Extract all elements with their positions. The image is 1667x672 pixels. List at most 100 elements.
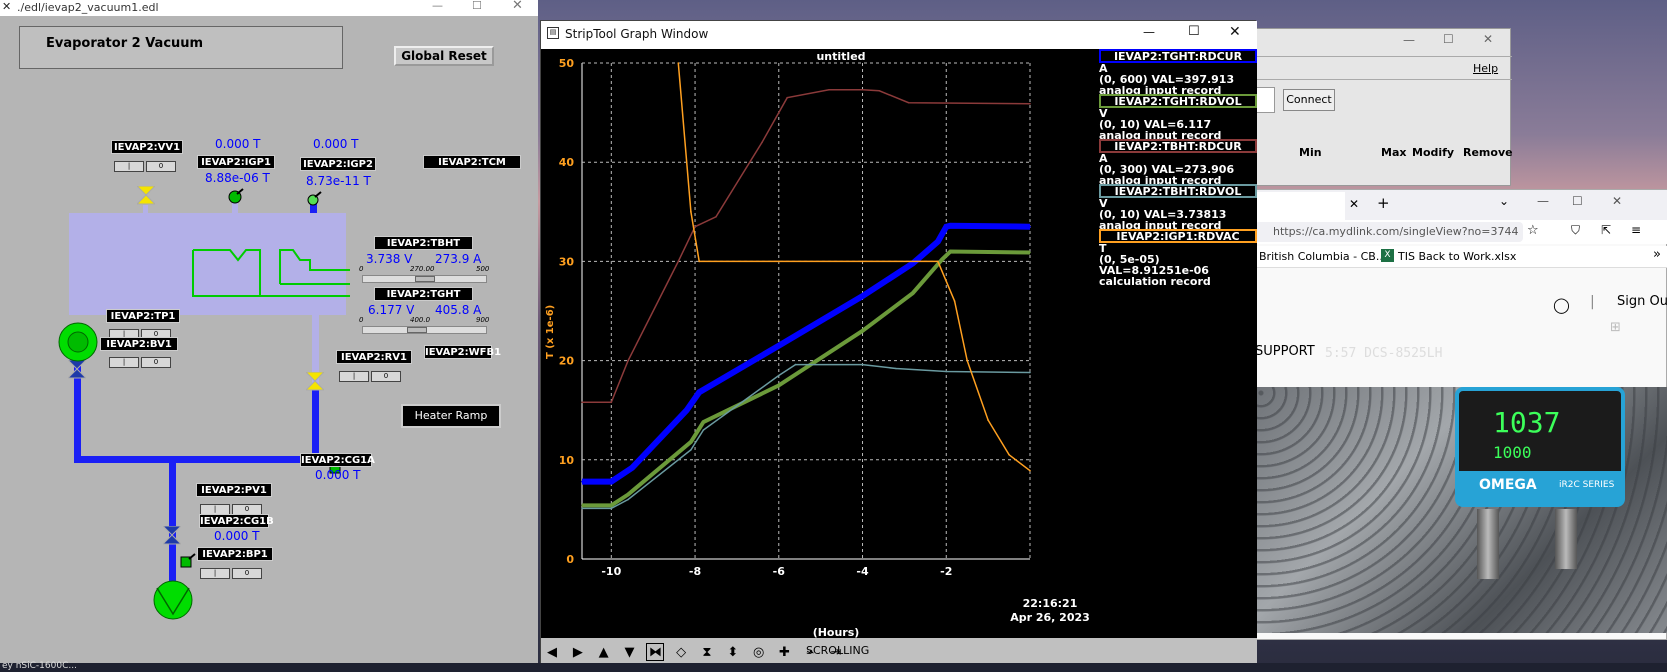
series-point <box>912 262 914 265</box>
excel-icon: X <box>1381 249 1394 262</box>
tght-slider[interactable] <box>362 326 487 334</box>
series-point <box>581 507 583 510</box>
pocket-icon[interactable]: ⛉ <box>1571 223 1580 238</box>
legend-pv-name[interactable]: IEVAP2:TGHT:RDCUR <box>1099 49 1257 63</box>
maximize-icon[interactable]: ☐ <box>472 0 482 12</box>
pan-down-icon[interactable]: ▼ <box>620 644 638 662</box>
minimize-icon[interactable]: — <box>432 0 443 12</box>
auto-scale-icon[interactable]: ◎ <box>750 644 768 662</box>
new-tab-icon[interactable]: + <box>1377 194 1390 212</box>
taskbar-item[interactable]: ey nSiC-1600C... <box>2 661 77 671</box>
series-point <box>1029 225 1031 228</box>
heater-ramp-button[interactable]: Heater Ramp <box>401 404 501 428</box>
more-bookmarks-icon[interactable]: » <box>1653 247 1661 262</box>
series-point <box>861 89 864 91</box>
legend-pv-name[interactable]: IEVAP2:TBHT:RDVOL <box>1099 184 1257 198</box>
active-tab[interactable] <box>1255 192 1345 220</box>
browser-maximize-icon[interactable]: ☐ <box>1572 194 1583 208</box>
bookmark-bc[interactable]: British Columbia - CB... <box>1259 250 1386 263</box>
dlg-close-icon[interactable]: ✕ <box>1483 32 1493 46</box>
vv1-valve-icon[interactable] <box>137 186 155 206</box>
dlg-maximize-icon[interactable]: ☐ <box>1443 32 1454 46</box>
series-point <box>761 141 763 144</box>
cg1a-value: 0.000 T <box>315 468 361 482</box>
chart-title: untitled <box>816 50 865 63</box>
igp2-top-value: 0.000 T <box>313 137 359 151</box>
omega-controller: 1037 1000 OMEGA iR2C SERIES <box>1455 387 1625 507</box>
x-axis-label: (Hours) <box>813 626 860 638</box>
legend-entry[interactable]: IEVAP2:TGHT:RDCUR A (0, 600) VAL=397.913 an… <box>1099 49 1257 96</box>
strip-close-icon[interactable]: ✕ <box>1229 24 1241 40</box>
y-tick-label: 20 <box>559 355 575 368</box>
legend-type: calculation record <box>1099 275 1211 288</box>
url-bar[interactable]: https://ca.mydlink.com/singleView?no=374… <box>1255 222 1523 242</box>
strip-maximize-icon[interactable]: ☐ <box>1188 24 1200 39</box>
igp1-gauge-icon[interactable] <box>227 188 247 204</box>
series-point <box>690 449 692 451</box>
desktop: ✕ ./edl/ievap2_vacuum1.edl — ☐ ✕ Evapora… <box>0 0 1667 672</box>
zoom-out-x-icon[interactable]: ◇ <box>672 644 690 662</box>
edl-window: ✕ ./edl/ievap2_vacuum1.edl — ☐ ✕ Evapora… <box>0 0 538 663</box>
connect-button[interactable]: Connect <box>1283 89 1335 111</box>
series-point <box>702 421 705 423</box>
pv1-valve-icon[interactable] <box>163 526 181 546</box>
legend-entry[interactable]: IEVAP2:TBHT:RDCUR A (0, 300) VAL=273.906 an… <box>1099 139 1257 186</box>
plot-area[interactable]: untitled T (x 1e-6) (Hours) 22:16:21 Apr… <box>541 49 1257 659</box>
help-menu[interactable]: Help <box>1473 62 1498 75</box>
browser-window: ✕ + ⌄ — ☐ ✕ https://ca.mydlink.com/singl… <box>1254 189 1667 640</box>
vv1-controls[interactable]: | 0 <box>114 157 178 172</box>
series-point <box>987 419 989 421</box>
browser-minimize-icon[interactable]: — <box>1537 194 1549 208</box>
igp2-gauge-icon[interactable] <box>305 191 325 207</box>
y-tick-label: 40 <box>559 156 575 169</box>
tab-close-icon[interactable]: ✕ <box>1349 197 1359 211</box>
bp1-pump-icon[interactable] <box>152 580 194 620</box>
tbht-voltage: 3.738 V <box>366 252 413 266</box>
bv1-valve-icon[interactable] <box>68 360 86 380</box>
global-reset-button[interactable]: Global Reset <box>394 46 494 66</box>
zoom-in-y-icon[interactable]: ⧗ <box>698 644 716 662</box>
strip-minimize-icon[interactable]: — <box>1143 25 1155 39</box>
legend-pv-name[interactable]: IEVAP2:TGHT:RDVOL <box>1099 94 1257 108</box>
menu-icon[interactable]: ≡ <box>1631 223 1641 237</box>
legend-entry[interactable]: IEVAP2:TBHT:RDVOL V (0, 10) VAL=3.73813 ana… <box>1099 184 1257 231</box>
bp1-controls[interactable]: | 0 <box>200 564 264 579</box>
grid-view-icon[interactable]: ⊞ <box>1610 320 1621 335</box>
legend-entry[interactable]: IEVAP2:TGHT:RDVOL V (0, 10) VAL=6.117 analo… <box>1099 94 1257 141</box>
edl-window-title: ./edl/ievap2_vacuum1.edl <box>17 1 159 14</box>
tbht-scale-mid: 270.00 <box>410 265 435 273</box>
browser-close-icon[interactable]: ✕ <box>1612 194 1622 208</box>
tp1-pv-label: IEVAP2:TP1 <box>106 309 180 323</box>
account-icon[interactable]: ◯ <box>1553 296 1570 314</box>
legend-pv-name[interactable]: IEVAP2:TBHT:RDCUR <box>1099 139 1257 153</box>
series-line <box>582 89 1031 404</box>
close-icon[interactable]: ✕ <box>512 0 523 13</box>
pan-up-icon[interactable]: ▲ <box>595 644 613 662</box>
zoom-in-x-icon[interactable]: ⧓ <box>646 643 665 661</box>
tab-list-icon[interactable]: ⌄ <box>1499 194 1509 208</box>
tp1-controls[interactable]: | 0 <box>109 325 173 340</box>
pv1-controls[interactable]: | 0 <box>200 500 264 515</box>
rv1-controls[interactable]: | 0 <box>339 367 403 382</box>
dlg-minimize-icon[interactable]: — <box>1403 33 1415 47</box>
pan-left-icon[interactable]: ◀ <box>543 644 561 662</box>
pan-right-icon[interactable]: ▶ <box>569 644 587 662</box>
extensions-icon[interactable]: ⇱ <box>1601 223 1611 237</box>
bookmark-tis[interactable]: TIS Back to Work.xlsx <box>1398 250 1516 263</box>
rv1-valve-icon[interactable] <box>306 372 324 392</box>
omega-series: iR2C SERIES <box>1559 480 1615 490</box>
series-point <box>581 401 583 404</box>
legend-entry[interactable]: IEVAP2:IGP1:RDVAC T (0, 5e-05) VAL=8.91251… <box>1099 229 1257 287</box>
bookmark-star-icon[interactable]: ☆ <box>1527 223 1539 238</box>
tp1-pump-icon[interactable] <box>58 322 98 362</box>
x11-icon: ✕ <box>2 0 12 13</box>
sign-out-link[interactable]: Sign Out <box>1617 294 1667 309</box>
legend-pv-name[interactable]: IEVAP2:IGP1:RDVAC <box>1099 229 1257 243</box>
bv1-controls[interactable]: | 0 <box>109 353 173 368</box>
cg1b-gauge-icon[interactable] <box>179 553 197 571</box>
tbht-slider[interactable] <box>362 275 487 283</box>
refresh-icon[interactable]: ✚ <box>775 644 793 662</box>
support-label: SUPPORT <box>1255 344 1315 359</box>
zoom-out-y-icon[interactable]: ⬍ <box>724 644 742 662</box>
bp1-pv-label: IEVAP2:BP1 <box>197 547 273 561</box>
